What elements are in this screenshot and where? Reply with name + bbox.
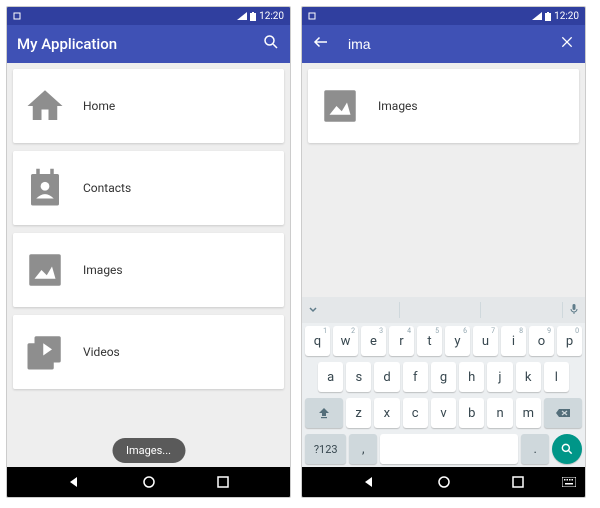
key-d[interactable]: d [374,362,399,392]
key-r[interactable]: r4 [389,326,414,356]
nav-keyboard-icon[interactable] [561,474,577,490]
soft-keyboard: q1 w2 e3 r4 t5 y6 u7 i8 o9 p0 a s d f g … [302,297,585,467]
key-s[interactable]: s [346,362,371,392]
nav-home-icon[interactable] [436,474,452,490]
app-title: My Application [17,35,262,53]
content-area: Images [302,63,585,297]
key-backspace[interactable] [544,398,582,428]
list-item-label: Videos [83,345,120,359]
search-icon[interactable] [262,33,280,55]
suggestion[interactable] [487,302,563,318]
key-j[interactable]: j [487,362,512,392]
suggestion-bar [302,297,585,323]
list-item-label: Images [83,263,123,277]
nav-back-icon[interactable] [66,474,82,490]
suggestion[interactable] [406,302,482,318]
keyboard-row-3: z x c v b n m [302,395,585,431]
key-v[interactable]: v [431,398,456,428]
key-y[interactable]: y6 [445,326,470,356]
search-bar [302,25,585,63]
key-x[interactable]: x [374,398,399,428]
list-item-images[interactable]: Images [308,69,579,143]
expand-suggestions-icon[interactable] [308,304,318,317]
image-icon [316,82,364,130]
back-arrow-icon[interactable] [312,33,330,55]
keyboard-row-2: a s d f g h j k l [302,359,585,395]
keyboard-row-1: q1 w2 e3 r4 t5 y6 u7 i8 o9 p0 [302,323,585,359]
key-c[interactable]: c [403,398,428,428]
keyboard-row-4: ?123 , . [302,431,585,467]
list-item-contacts[interactable]: Contacts [13,151,284,225]
key-space[interactable] [380,434,518,464]
contacts-icon [21,164,69,212]
search-input[interactable] [344,36,559,52]
home-icon [21,82,69,130]
nav-back-icon[interactable] [361,474,377,490]
app-bar: My Application [7,25,290,63]
phone-right: 12:20 Images [301,6,586,498]
key-period[interactable]: . [521,434,549,464]
phone-left: 12:20 My Application Home Contacts [6,6,291,498]
status-time: 12:20 [259,11,284,22]
key-f[interactable]: f [403,362,428,392]
key-a[interactable]: a [318,362,343,392]
key-p[interactable]: p0 [557,326,582,356]
key-g[interactable]: g [431,362,456,392]
status-time: 12:20 [554,11,579,22]
debug-icon [308,12,316,20]
list-item-label: Home [83,99,115,113]
list-item-images[interactable]: Images [13,233,284,307]
list-item-label: Contacts [83,181,131,195]
key-i[interactable]: i8 [501,326,526,356]
nav-bar [7,467,290,497]
mic-icon[interactable] [569,303,579,318]
key-e[interactable]: e3 [361,326,386,356]
image-icon [21,246,69,294]
list-item-label: Images [378,99,418,113]
key-z[interactable]: z [346,398,371,428]
key-l[interactable]: l [544,362,569,392]
key-b[interactable]: b [459,398,484,428]
nav-recent-icon[interactable] [510,474,526,490]
key-m[interactable]: m [516,398,541,428]
toast: Images... [112,438,185,463]
battery-icon [250,12,256,21]
key-u[interactable]: u7 [473,326,498,356]
key-comma[interactable]: , [349,434,377,464]
suggestion[interactable] [324,302,400,318]
key-o[interactable]: o9 [529,326,554,356]
debug-icon [13,12,21,20]
nav-bar [302,467,585,497]
key-k[interactable]: k [516,362,541,392]
key-shift[interactable] [305,398,343,428]
key-q[interactable]: q1 [305,326,330,356]
video-icon [21,328,69,376]
key-h[interactable]: h [459,362,484,392]
nav-home-icon[interactable] [141,474,157,490]
battery-icon [545,12,551,21]
list-item-videos[interactable]: Videos [13,315,284,389]
signal-icon [532,12,542,20]
key-w[interactable]: w2 [333,326,358,356]
key-search[interactable] [552,434,582,464]
list-item-home[interactable]: Home [13,69,284,143]
signal-icon [237,12,247,20]
clear-icon[interactable] [559,34,575,54]
nav-recent-icon[interactable] [215,474,231,490]
key-symbols[interactable]: ?123 [305,434,346,464]
key-t[interactable]: t5 [417,326,442,356]
content-area: Home Contacts Images Videos Ima [7,63,290,467]
key-n[interactable]: n [487,398,512,428]
status-bar: 12:20 [7,7,290,25]
status-bar: 12:20 [302,7,585,25]
